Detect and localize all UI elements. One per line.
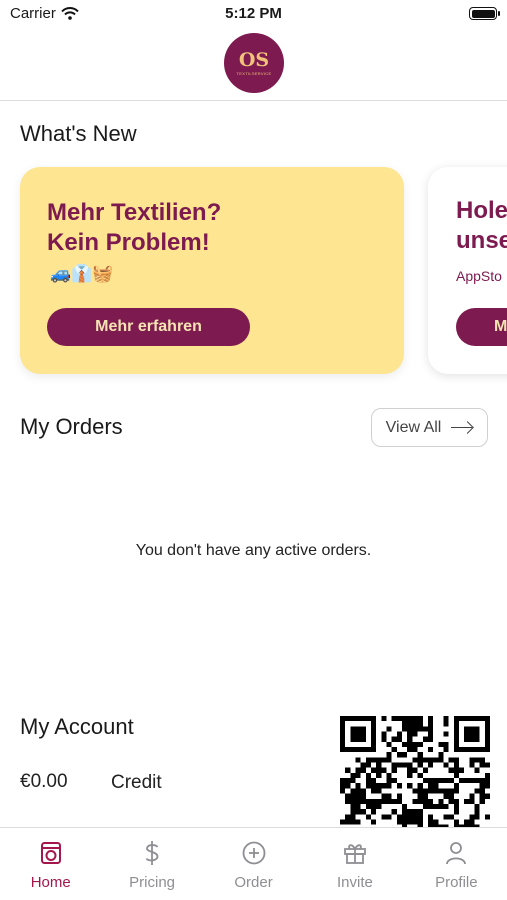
my-orders-title: My Orders xyxy=(20,414,123,439)
tab-bar: Home Pricing Order Invite Profile xyxy=(0,827,507,900)
brand-logo[interactable]: OS TEXTILSERVICE xyxy=(224,33,284,93)
learn-more-button[interactable]: Mehr erfahren xyxy=(47,308,250,346)
tab-pricing[interactable]: Pricing xyxy=(101,828,202,900)
logo-text: OS xyxy=(238,48,270,71)
tab-home[interactable]: Home xyxy=(0,828,101,900)
promo-emoji: 🚙👔🧺 xyxy=(50,264,114,283)
washing-machine-icon xyxy=(38,840,64,866)
promo-2-heading-line-1: Hole xyxy=(456,197,507,224)
tab-order[interactable]: Order xyxy=(203,828,304,900)
gift-icon xyxy=(342,840,368,866)
view-all-label: View All xyxy=(385,418,442,436)
promo-card-heading: Mehr Textilien? Kein Problem! xyxy=(47,198,221,258)
status-time: 5:12 PM xyxy=(225,5,282,22)
tab-pricing-label: Pricing xyxy=(129,874,176,891)
promo-heading-line-1: Mehr Textilien? xyxy=(47,199,222,226)
app-header: OS TEXTILSERVICE xyxy=(0,28,507,101)
promo-heading-line-2: Kein Problem! xyxy=(47,229,210,256)
credit-label: Credit xyxy=(111,772,162,793)
status-bar: Carrier 5:12 PM xyxy=(0,0,507,28)
tab-order-label: Order xyxy=(234,874,273,891)
promo-card-2-heading: Hole unse xyxy=(456,196,507,256)
tab-home-label: Home xyxy=(30,874,71,891)
promo-card-2-subtitle: AppSto xyxy=(456,268,502,284)
tab-invite[interactable]: Invite xyxy=(304,828,405,900)
plus-circle-icon xyxy=(241,840,267,866)
tab-invite-label: Invite xyxy=(336,874,373,891)
promo-2-heading-line-2: unse xyxy=(456,227,507,254)
qr-code-image xyxy=(340,716,490,828)
promo-card-textiles[interactable]: Mehr Textilien? Kein Problem! 🚙👔🧺 Mehr e… xyxy=(20,167,404,374)
tab-profile[interactable]: Profile xyxy=(406,828,507,900)
logo-subtext: TEXTILSERVICE xyxy=(236,70,272,76)
tab-profile-label: Profile xyxy=(435,874,478,891)
credit-balance: €0.00 xyxy=(20,771,68,792)
promo-carousel[interactable]: Mehr Textilien? Kein Problem! 🚙👔🧺 Mehr e… xyxy=(0,160,507,385)
promo-card-2-button[interactable]: M xyxy=(456,308,507,346)
battery-icon xyxy=(469,7,500,20)
qr-code[interactable] xyxy=(340,716,490,828)
my-account-title: My Account xyxy=(20,714,134,739)
whats-new-title: What's New xyxy=(20,121,137,146)
dollar-icon xyxy=(139,840,165,866)
promo-card-appstore[interactable]: Hole unse AppSto M xyxy=(428,167,507,374)
arrow-right-icon xyxy=(451,422,473,434)
person-icon xyxy=(443,840,469,866)
view-all-button[interactable]: View All xyxy=(371,408,488,447)
empty-orders-message: You don't have any active orders. xyxy=(135,542,372,559)
